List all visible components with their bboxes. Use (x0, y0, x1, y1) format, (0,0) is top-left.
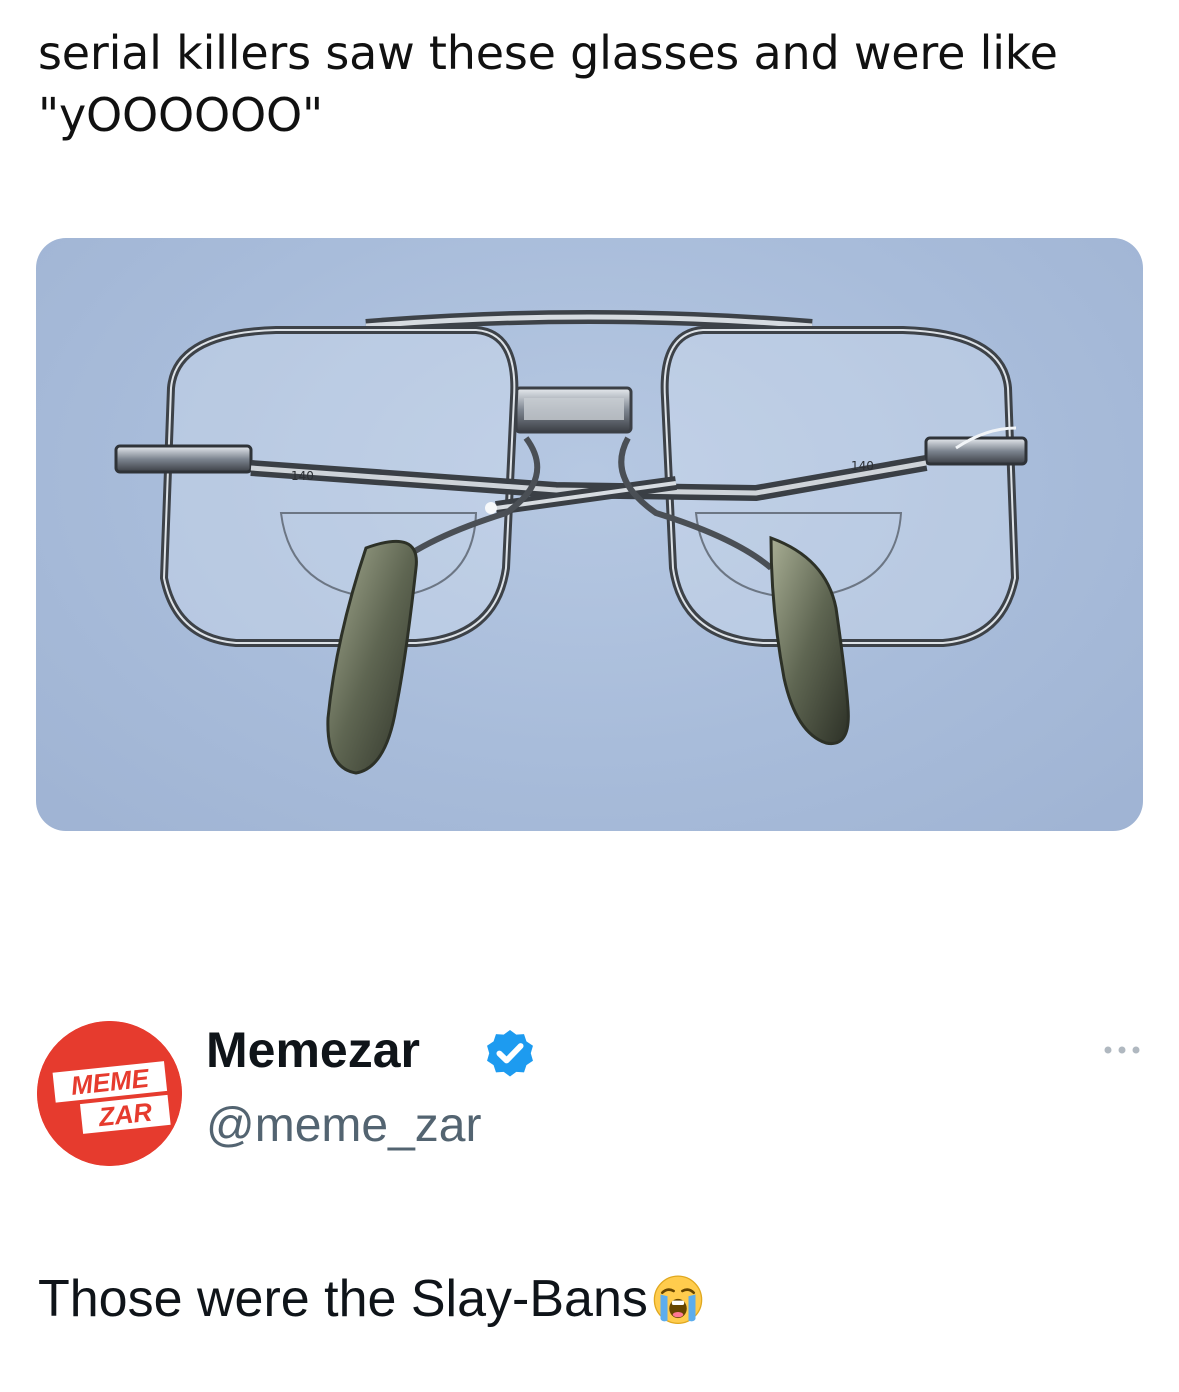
temple-marking-right: 140 (851, 459, 874, 473)
reply-text: Those were the Slay-Bans (38, 1266, 706, 1332)
reply-text-body: Those were the Slay-Bans (38, 1270, 648, 1328)
display-name[interactable]: Memezar (206, 1020, 420, 1080)
more-options-icon[interactable] (1100, 1040, 1144, 1060)
meme-caption: serial killers saw these glasses and wer… (38, 26, 1058, 142)
avatar[interactable]: MEME ZAR (37, 1021, 182, 1166)
loudly-crying-face-icon (653, 1275, 703, 1325)
glasses-photo[interactable]: 140 140 (36, 238, 1143, 831)
temple-marking-left: 140 (291, 469, 314, 483)
user-handle[interactable]: @meme_zar (206, 1096, 481, 1156)
avatar-text-bottom: ZAR (96, 1097, 153, 1133)
verified-badge-icon (487, 1030, 533, 1077)
memezar-logo-icon: MEME ZAR (37, 1021, 182, 1166)
aviator-glasses-image: 140 140 (114, 310, 1028, 775)
